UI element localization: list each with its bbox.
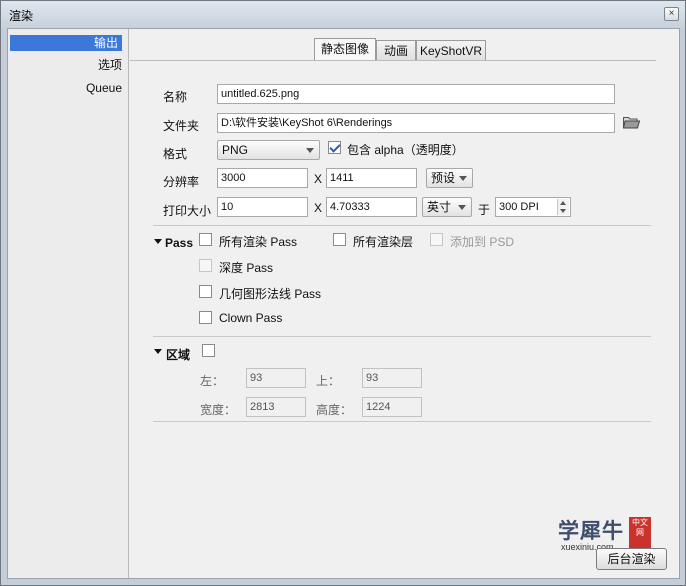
all-render-layers-checkbox[interactable] <box>333 233 346 246</box>
all-render-layers-label: 所有渲染层 <box>353 235 414 249</box>
preset-select[interactable]: 预设 <box>426 168 473 188</box>
tab-animation[interactable]: 动画 <box>376 40 416 61</box>
spin-down-icon[interactable] <box>560 209 566 213</box>
region-top-label: 上： <box>316 374 341 388</box>
region-section-title[interactable]: 区域 <box>166 346 190 363</box>
spin-up-icon[interactable] <box>560 201 566 205</box>
main-panel: 静态图像 动画 KeyShotVR 名称 untitled.625.png 文件… <box>130 29 679 578</box>
folder-label: 文件夹 <box>163 119 200 133</box>
region-width-label: 宽度： <box>200 403 237 417</box>
tab-still-image[interactable]: 静态图像 <box>314 38 376 61</box>
dpi-spin-buttons[interactable] <box>557 199 569 215</box>
tab-divider <box>130 60 656 61</box>
alpha-label: 包含 alpha（透明度） <box>347 143 464 157</box>
sidebar-item-output[interactable]: 输出 <box>10 35 122 51</box>
resolution-x-label: X <box>314 172 323 186</box>
all-render-passes-label: 所有渲染 Pass <box>219 235 298 249</box>
resolution-width-input[interactable]: 3000 <box>217 168 308 188</box>
add-to-psd-checkbox[interactable] <box>430 233 443 246</box>
section-divider <box>153 421 651 422</box>
chevron-down-icon <box>458 205 466 210</box>
normals-pass-checkbox[interactable] <box>199 285 212 298</box>
print-x-label: X <box>314 201 323 215</box>
sidebar: 输出 选项 Queue <box>8 29 129 578</box>
print-size-label: 打印大小 <box>163 204 212 218</box>
section-divider <box>153 336 651 337</box>
pass-section-title[interactable]: Pass <box>165 236 193 250</box>
normals-pass-label: 几何图形法线 Pass <box>219 287 322 301</box>
dpi-spinbox[interactable]: 300 DPI <box>495 197 571 217</box>
watermark-text: 学犀牛 <box>558 518 624 543</box>
region-height-input[interactable]: 1224 <box>362 397 422 417</box>
folder-input[interactable]: D:\软件安装\KeyShot 6\Renderings <box>217 113 615 133</box>
alpha-checkbox[interactable] <box>328 141 341 154</box>
clown-pass-checkbox[interactable] <box>199 311 212 324</box>
section-divider <box>153 225 651 226</box>
close-button[interactable]: × <box>664 7 679 21</box>
format-select-value: PNG <box>222 143 249 157</box>
format-select[interactable]: PNG <box>217 140 320 160</box>
add-to-psd-label: 添加到 PSD <box>450 235 515 249</box>
pass-collapse-icon[interactable] <box>154 239 162 244</box>
folder-icon[interactable] <box>623 116 640 129</box>
unit-select-value: 英寸 <box>427 200 452 214</box>
all-render-passes-checkbox[interactable] <box>199 233 212 246</box>
depth-pass-checkbox[interactable] <box>199 259 212 272</box>
window-title: 渲染 <box>9 9 34 23</box>
print-width-input[interactable]: 10 <box>217 197 308 217</box>
resolution-height-input[interactable]: 1411 <box>326 168 417 188</box>
region-checkbox[interactable] <box>202 344 215 357</box>
at-label: 于 <box>478 203 491 217</box>
depth-pass-label: 深度 Pass <box>219 261 274 275</box>
region-left-input[interactable]: 93 <box>246 368 306 388</box>
background-render-button[interactable]: 后台渲染 <box>596 548 667 570</box>
format-label: 格式 <box>163 147 188 161</box>
print-height-input[interactable]: 4.70333 <box>326 197 417 217</box>
unit-select[interactable]: 英寸 <box>422 197 472 217</box>
watermark-badge: 中文网 <box>629 517 651 549</box>
chevron-down-icon <box>306 148 314 153</box>
region-height-label: 高度： <box>316 403 353 417</box>
resolution-label: 分辨率 <box>163 175 200 189</box>
region-width-input[interactable]: 2813 <box>246 397 306 417</box>
tab-keyshotvr[interactable]: KeyShotVR <box>416 40 486 61</box>
preset-select-value: 预设 <box>431 171 456 185</box>
sidebar-item-options[interactable]: 选项 <box>10 57 122 73</box>
name-label: 名称 <box>163 90 188 104</box>
render-dialog: 渲染 × 输出 选项 Queue 静态图像 动画 KeyShotVR 名称 un… <box>0 0 686 586</box>
clown-pass-label: Clown Pass <box>219 311 283 325</box>
region-top-input[interactable]: 93 <box>362 368 422 388</box>
title-bar: 渲染 × <box>1 1 685 28</box>
region-left-label: 左： <box>200 374 225 388</box>
region-collapse-icon[interactable] <box>154 349 162 354</box>
dpi-value: 300 DPI <box>499 201 539 213</box>
chevron-down-icon <box>459 176 467 181</box>
sidebar-item-queue[interactable]: Queue <box>10 80 122 96</box>
dialog-client-area: 输出 选项 Queue 静态图像 动画 KeyShotVR 名称 untitle… <box>7 28 680 579</box>
name-input[interactable]: untitled.625.png <box>217 84 615 104</box>
